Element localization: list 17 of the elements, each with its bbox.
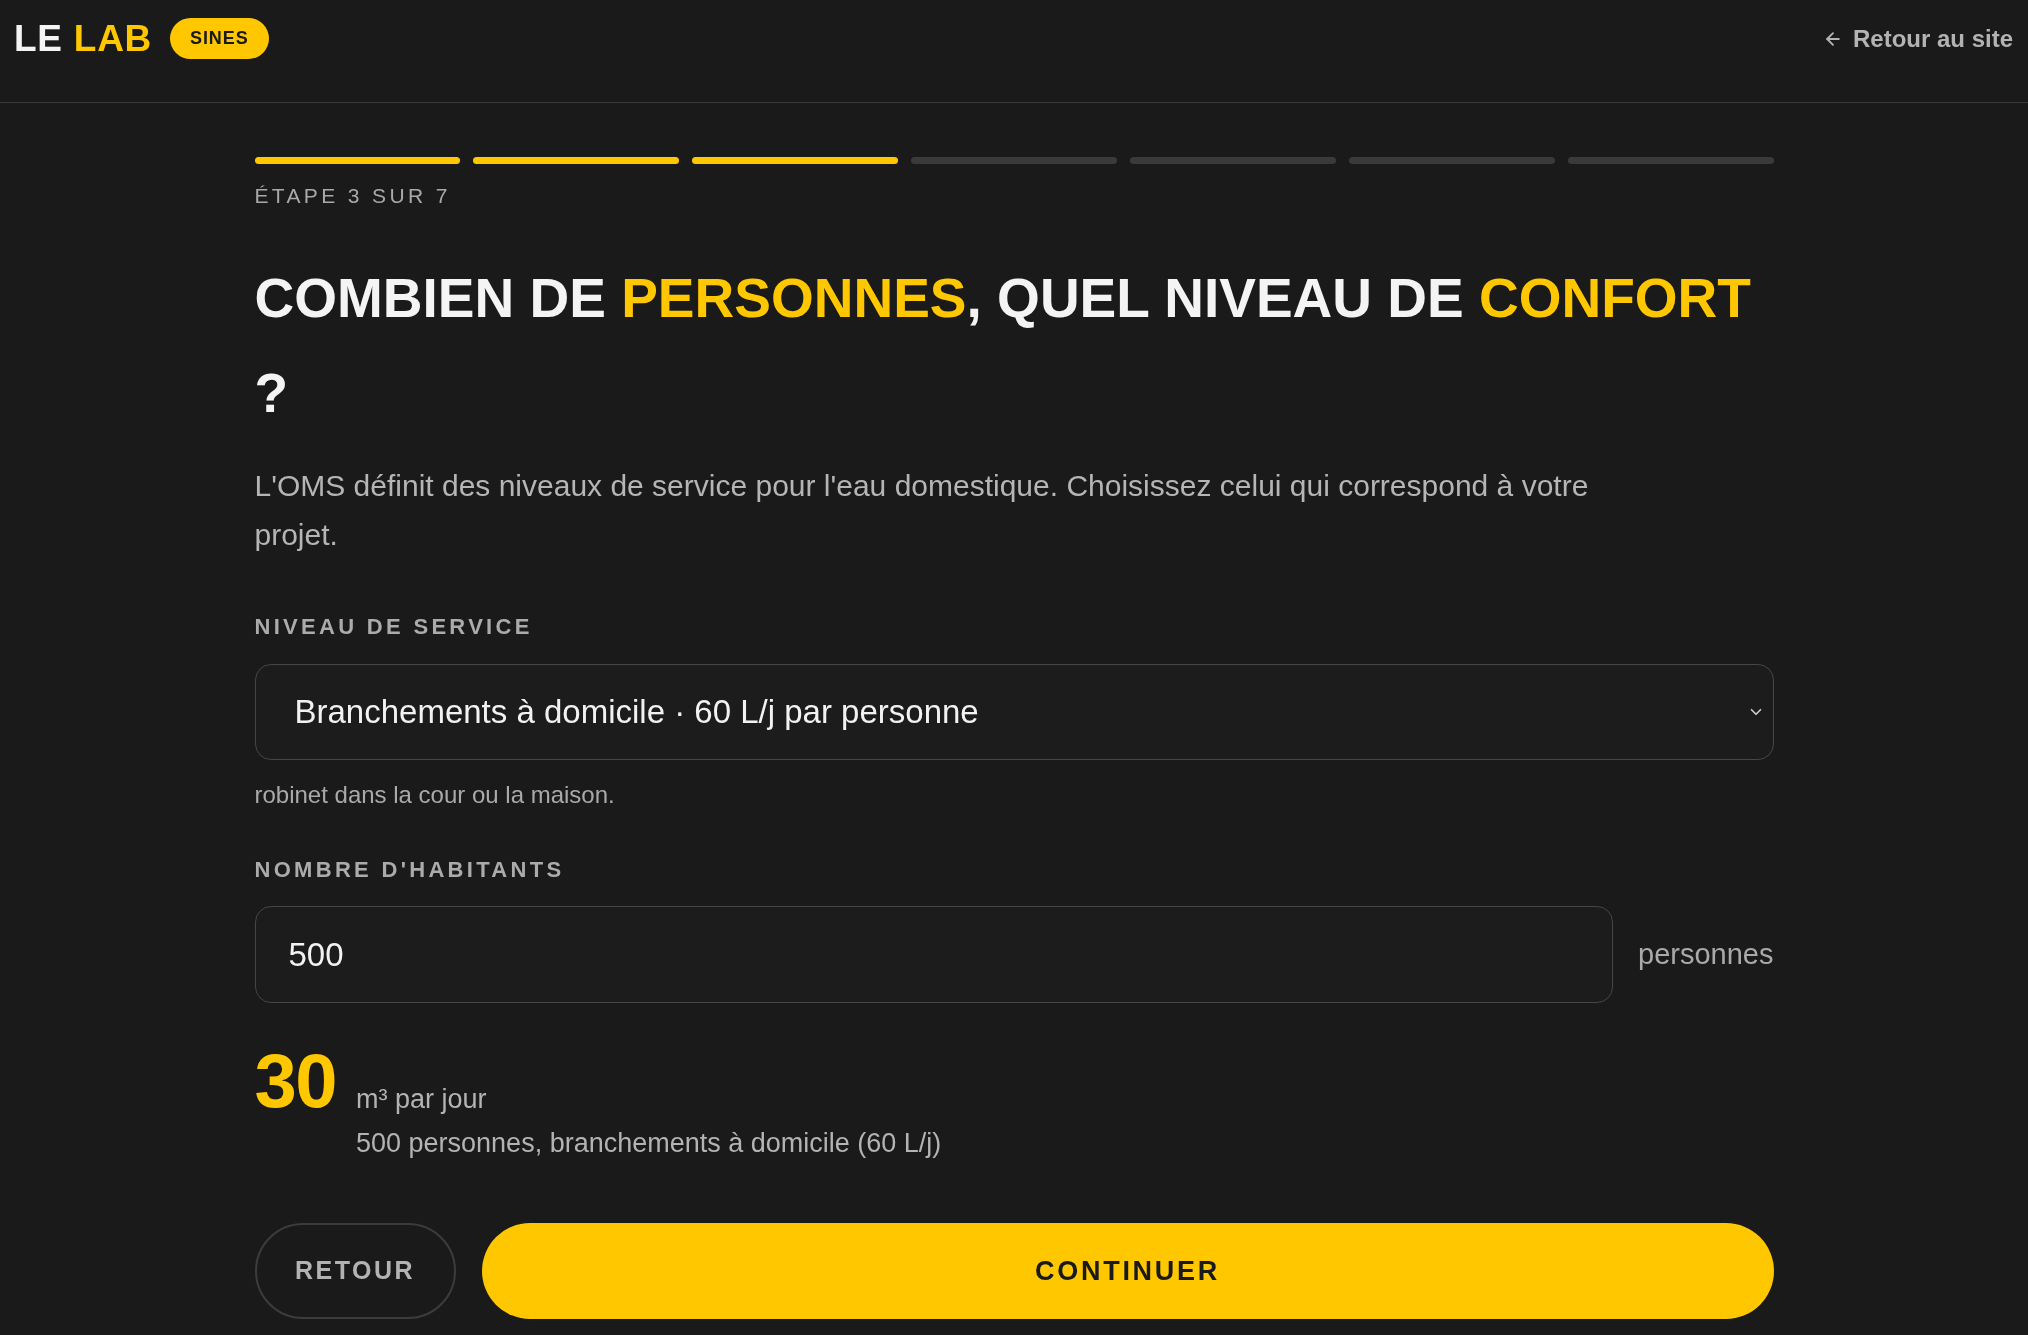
back-link[interactable]: Retour au site xyxy=(1852,20,2013,57)
page-heading: COMBIEN DE PERSONNES, QUEL NIVEAU DE CONFORT ? xyxy=(254,266,1752,426)
result-value: 30 xyxy=(254,1043,336,1119)
field-label: NOMBRE D'HABITANTS xyxy=(254,857,566,883)
service-select[interactable]: Branchements à domicile · 60 L/j par personne xyxy=(254,664,1774,760)
step-counter: ÉTAPE 3 SUR 7 xyxy=(254,183,452,208)
header-badge: SINES xyxy=(170,18,269,59)
result-detail: 500 personnes, branchements à domicile (60 L/j) xyxy=(356,1127,942,1160)
description-text: L'OMS définit des niveaux de service pour l'eau domestique. Choisissez celui qui correspond à votre projet. xyxy=(254,468,1590,553)
field-hint: robinet dans la cour ou la maison. xyxy=(254,780,616,810)
number-input[interactable]: 500 xyxy=(254,906,1614,1003)
logo-text[interactable]: LE LAB xyxy=(14,20,153,57)
back-button[interactable]: RETOUR xyxy=(254,1223,456,1319)
continue-button[interactable]: CONTINUER xyxy=(481,1223,1774,1319)
unit-suffix: personnes xyxy=(1638,936,1774,972)
result-unit: m³ par jour xyxy=(356,1083,488,1116)
field-label: NIVEAU DE SERVICE xyxy=(254,614,534,640)
